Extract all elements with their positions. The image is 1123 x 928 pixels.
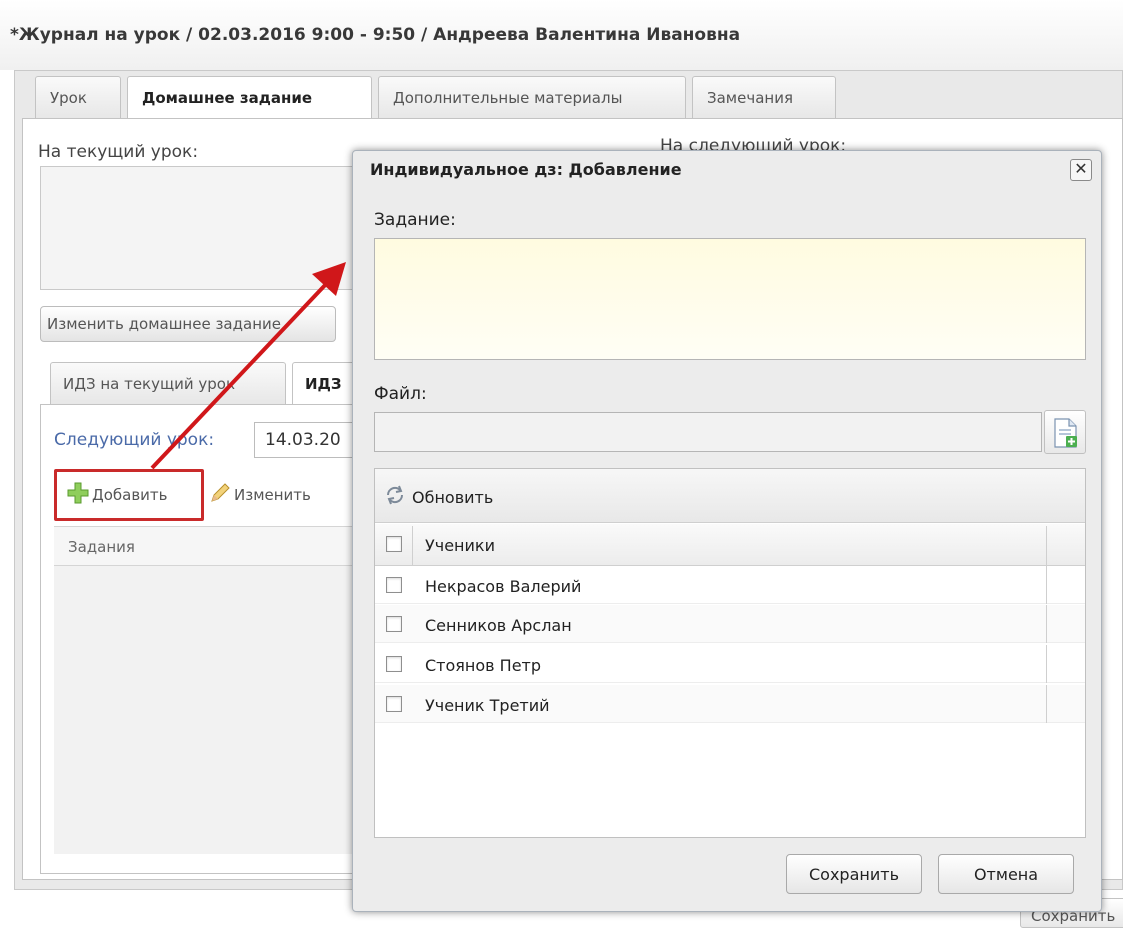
- cancel-button[interactable]: Отмена: [938, 854, 1074, 894]
- tab-lesson[interactable]: Урок: [35, 76, 121, 118]
- tasks-column-header: Задания: [68, 538, 135, 556]
- window-title: *Журнал на урок / 02.03.2016 9:00 - 9:50…: [10, 25, 741, 45]
- column-separator: [1046, 566, 1047, 604]
- file-upload-button[interactable]: [1044, 410, 1086, 454]
- main-tabbar: Урок Домашнее задание Дополнительные мат…: [22, 76, 1123, 119]
- column-separator: [1046, 645, 1047, 683]
- tab-extra-materials[interactable]: Дополнительные материалы: [378, 76, 686, 118]
- student-name: Некрасов Валерий: [425, 577, 582, 596]
- tab-homework[interactable]: Домашнее задание: [127, 76, 372, 119]
- student-checkbox[interactable]: [386, 696, 402, 712]
- tasks-grid-header: Задания: [54, 526, 360, 566]
- close-icon[interactable]: ✕: [1070, 159, 1092, 181]
- edit-button[interactable]: Изменить: [208, 482, 311, 508]
- refresh-button[interactable]: Обновить: [384, 484, 493, 510]
- student-name: Ученик Третий: [425, 696, 550, 715]
- task-label: Задание:: [374, 210, 456, 230]
- sub-tabbar: ИДЗ на текущий урок ИДЗ: [40, 362, 372, 404]
- save-button[interactable]: Сохранить: [786, 854, 922, 894]
- dialog-title: Индивидуальное дз: Добавление: [370, 160, 682, 179]
- tab-idz-current[interactable]: ИДЗ на текущий урок: [50, 362, 286, 404]
- file-label: Файл:: [374, 384, 427, 404]
- student-name: Сенников Арслан: [425, 616, 572, 635]
- current-homework-box: [40, 166, 400, 290]
- refresh-button-label: Обновить: [412, 487, 494, 507]
- file-add-icon: [1053, 418, 1079, 452]
- tasks-grid-body: [54, 566, 360, 854]
- select-all-checkbox[interactable]: [386, 536, 402, 552]
- column-separator: [412, 526, 413, 566]
- refresh-icon: [384, 484, 406, 510]
- pencil-icon: [208, 481, 232, 509]
- window-header: *Журнал на урок / 02.03.2016 9:00 - 9:50…: [0, 0, 1123, 70]
- student-name: Стоянов Петр: [425, 656, 542, 675]
- task-input[interactable]: [374, 238, 1086, 360]
- student-checkbox[interactable]: [386, 616, 402, 632]
- student-checkbox[interactable]: [386, 656, 402, 672]
- file-field[interactable]: [374, 412, 1042, 452]
- next-lesson-date-label: Следующий урок:: [54, 430, 215, 450]
- edit-button-label: Изменить: [234, 486, 311, 504]
- edit-homework-button[interactable]: Изменить домашнее задание: [40, 306, 336, 342]
- add-button-highlight: [54, 469, 204, 521]
- students-column-header: Ученики: [425, 536, 495, 555]
- column-separator: [1046, 685, 1047, 723]
- column-separator: [1046, 605, 1047, 643]
- current-lesson-label: На текущий урок:: [38, 142, 199, 162]
- tab-remarks[interactable]: Замечания: [692, 76, 836, 118]
- student-checkbox[interactable]: [386, 577, 402, 593]
- column-separator: [1046, 526, 1047, 566]
